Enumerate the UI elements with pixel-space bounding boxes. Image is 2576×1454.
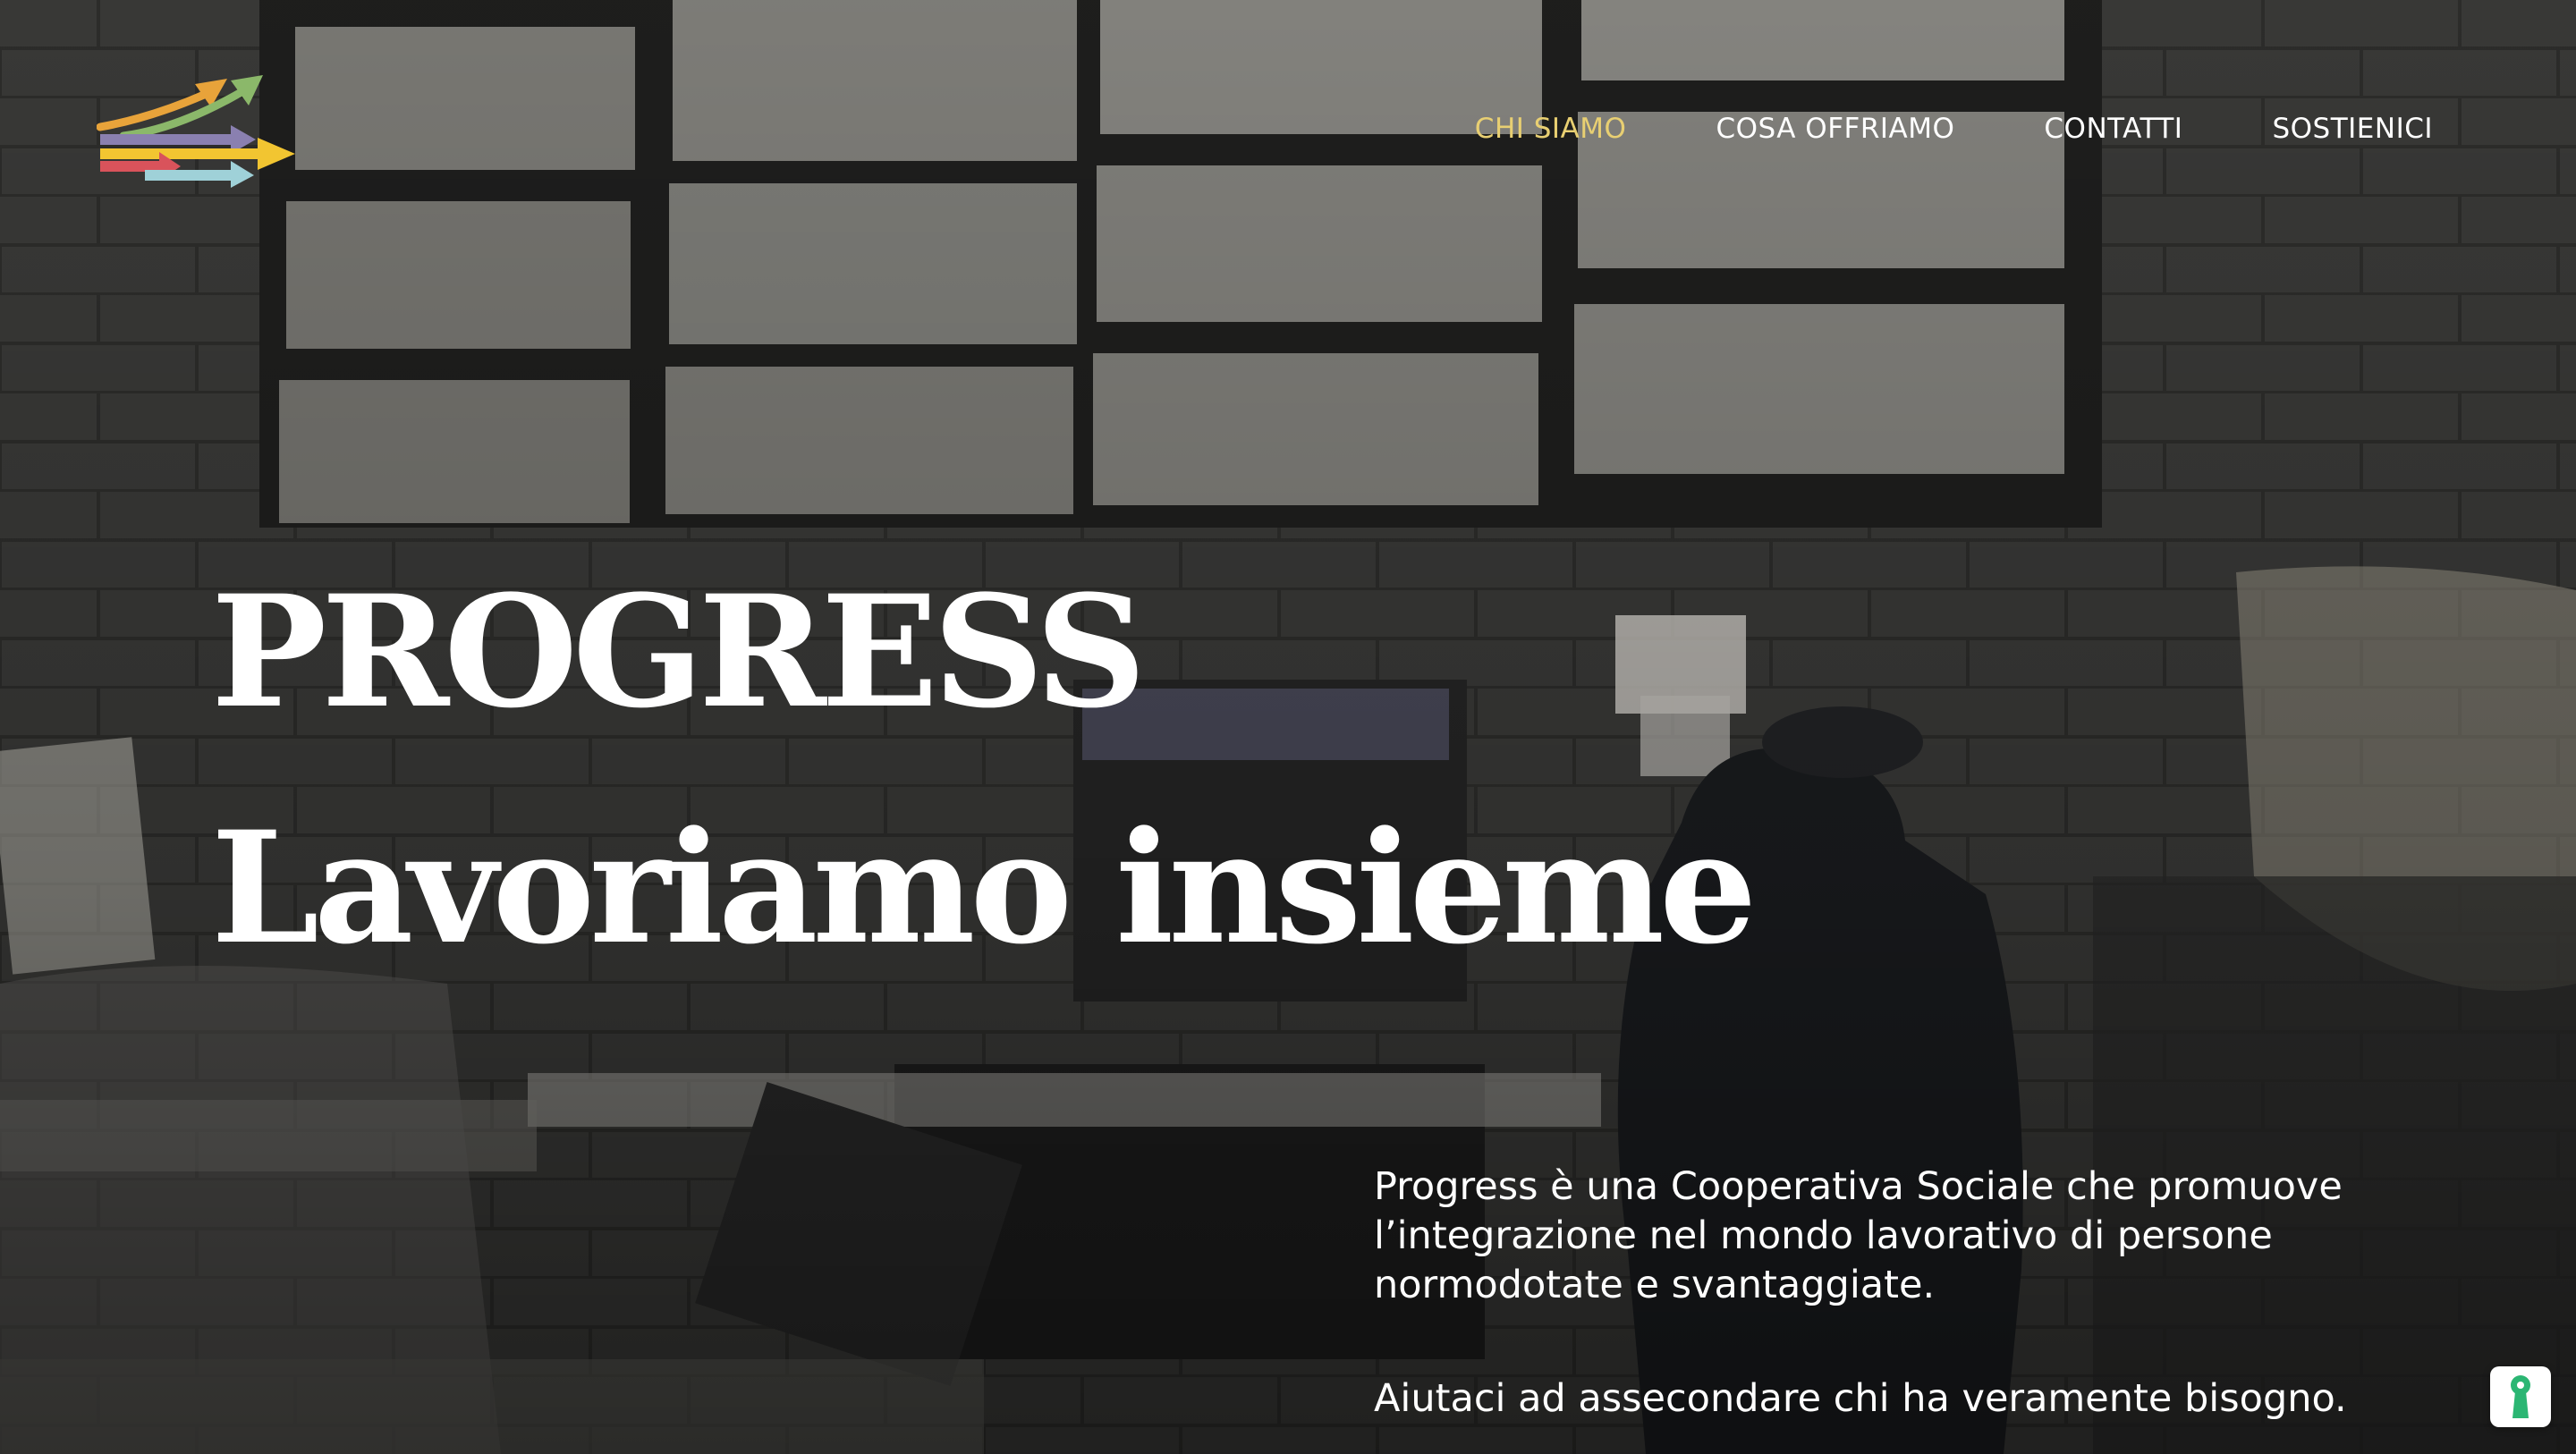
nav-contatti[interactable]: CONTATTI	[2044, 111, 2182, 147]
main-navigation: CHI SIAMO COSA OFFRIAMO CONTATTI SOSTIEN…	[1385, 111, 2433, 147]
hero-subtitle: Lavoriamo insieme	[211, 797, 1757, 978]
arrows-logo-icon	[96, 75, 295, 188]
hero-title: PROGRESS	[211, 561, 1147, 742]
cookie-preferences-button[interactable]	[2490, 1366, 2551, 1427]
intro-call-to-action: Aiutaci ad assecondare chi ha veramente …	[1374, 1376, 2347, 1421]
intro-text: Progress è una Cooperativa Sociale che p…	[1374, 1162, 2376, 1454]
keyhole-icon	[2511, 1375, 2530, 1418]
nav-chi-siamo[interactable]: CHI SIAMO	[1475, 111, 1627, 147]
site-logo-link[interactable]	[96, 73, 297, 188]
intro-paragraph: Progress è una Cooperativa Sociale che p…	[1374, 1164, 2343, 1307]
nav-cosa-offriamo[interactable]: COSA OFFRIAMO	[1716, 111, 1954, 147]
homepage: CHI SIAMO COSA OFFRIAMO CONTATTI SOSTIEN…	[0, 0, 2576, 1454]
nav-sostienici[interactable]: SOSTIENICI	[2272, 111, 2433, 147]
